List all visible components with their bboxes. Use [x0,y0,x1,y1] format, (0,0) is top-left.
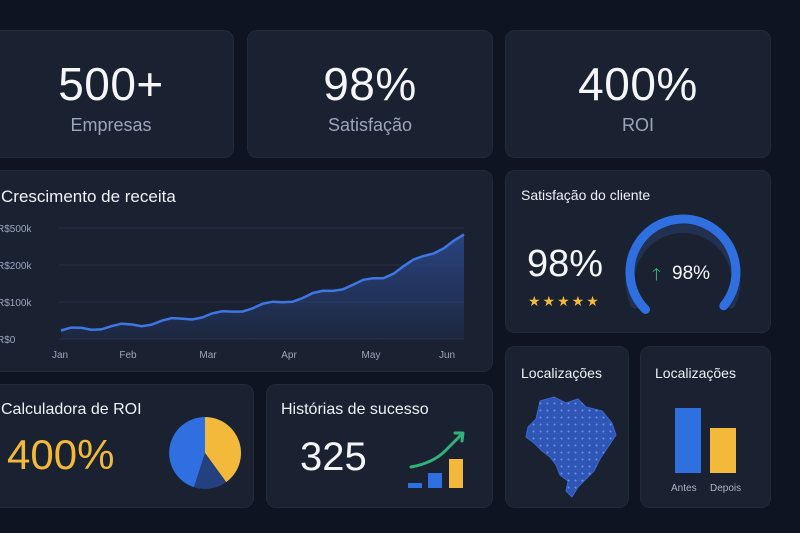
y-tick-label: R$500k [0,224,32,235]
bars-title: Localizações [655,365,736,381]
gauge-value: 98% [672,263,711,284]
stat-card-roi: 400% ROI [505,30,771,158]
y-tick-label: R$100k [0,298,32,309]
gauge-arrow-icon: 🡑 [652,265,661,285]
stat-value: 98% [323,58,417,110]
stories-value: 325 [300,435,367,479]
stat-card-empresas: 500+ Empresas [0,30,234,158]
stat-label: ROI [621,115,654,135]
bar-label-antes: Antes [671,483,697,494]
x-tick-label: May [362,350,381,361]
stat-value: 400% [578,58,698,110]
y-tick-label: R$0 [0,335,16,346]
satisfaction-title: Satisfação do cliente [521,187,651,203]
stat-card-satisfacao: 98% Satisfação [247,30,493,158]
stories-title: Histórias de sucesso [281,401,429,418]
x-tick-label: Mar [199,350,217,361]
x-tick-label: Jan [52,350,68,361]
map-title: Localizações [521,365,602,381]
x-tick-label: Feb [119,350,137,361]
locations-map-card: Localizações [505,346,629,508]
growth-chart-icon [408,431,465,488]
bar-antes [675,408,701,473]
stat-label: Satisfação [327,115,413,135]
roi-pie-chart [169,417,242,489]
satisfaction-card: Satisfação do cliente 98% ★★★★★ 🡑 98% [505,170,771,333]
rating-stars: ★★★★★ [528,293,601,309]
roi-calculator-card: Calculadora de ROI 400% [0,384,254,508]
bar-label-depois: Depois [710,483,742,494]
roi-value: 400% [7,431,115,478]
bar-depois [710,428,736,473]
y-tick-label: R$200k [0,261,32,272]
roi-title: Calculadora de ROI [1,401,142,418]
before-after-card: Localizações Antes Depois [640,346,771,508]
stat-label: Empresas [70,115,152,135]
revenue-chart-card: Crescimento de receita R$0 R$100k R$200k R$… [0,170,493,372]
stat-value: 500+ [58,58,164,110]
x-tick-label: Apr [281,350,297,361]
revenue-chart: R$0 R$100k R$200k R$500k Jan Feb Mar Apr May Jun [0,224,465,361]
brazil-map-icon [525,396,617,498]
satisfaction-value: 98% [527,243,604,285]
success-stories-card: Histórias de sucesso 325 [266,384,493,508]
x-tick-label: Jun [439,350,455,361]
